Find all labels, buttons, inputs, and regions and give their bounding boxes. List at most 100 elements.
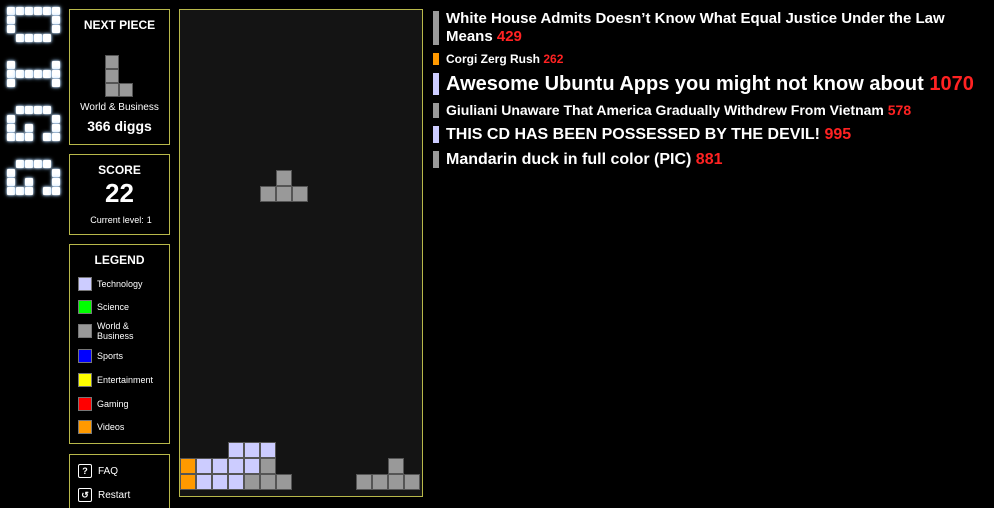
- restart-button[interactable]: ↺ Restart: [78, 488, 130, 502]
- logo-pixel: [34, 70, 42, 78]
- logo-pixel: [7, 25, 15, 33]
- logo-pixel: [16, 106, 24, 114]
- logo-pixel: [16, 34, 24, 42]
- digg-count: 881: [695, 151, 723, 168]
- stacked-block: [228, 442, 244, 458]
- logo-pixel: [25, 160, 33, 168]
- legend-item-science: Science: [78, 300, 167, 314]
- category-bar: [433, 126, 439, 143]
- news-feed: White House Admits Doesn’t Know What Equ…: [433, 10, 988, 175]
- stacked-block: [244, 458, 260, 474]
- falling-piece-block: [276, 170, 292, 186]
- legend-item-entertainment: Entertainment: [78, 373, 167, 387]
- stacked-block: [228, 474, 244, 490]
- logo-pixel: [16, 7, 24, 15]
- legend-swatch: [78, 420, 92, 434]
- digg-count: 995: [824, 126, 852, 143]
- logo-pixel: [34, 160, 42, 168]
- news-title-link[interactable]: Awesome Ubuntu Apps you might not know a…: [446, 73, 929, 95]
- news-item[interactable]: Mandarin duck in full color (PIC) 881: [433, 150, 988, 169]
- logo-pixel: [7, 70, 15, 78]
- level-label: Current level:: [90, 215, 144, 225]
- news-title-link[interactable]: Giuliani Unaware That America Gradually …: [446, 102, 888, 118]
- digg-count: 429: [496, 28, 522, 45]
- legend-label: Sports: [97, 351, 124, 361]
- logo-pixel: [25, 7, 33, 15]
- news-title-link[interactable]: Corgi Zerg Rush: [446, 52, 543, 66]
- next-piece-block: [105, 83, 119, 97]
- stacked-block: [196, 458, 212, 474]
- logo-pixel: [25, 124, 33, 132]
- falling-piece-block: [276, 186, 292, 202]
- game-board[interactable]: [179, 9, 423, 497]
- legend-item-videos: Videos: [78, 420, 167, 434]
- legend-label: Science: [97, 302, 130, 312]
- logo-pixel: [43, 70, 51, 78]
- logo-pixel: [43, 160, 51, 168]
- stacked-block: [180, 474, 196, 490]
- category-bar: [433, 151, 439, 168]
- logo-pixel: [7, 133, 15, 141]
- digg-logo[interactable]: [5, 5, 63, 290]
- logo-pixel: [52, 115, 60, 123]
- logo-pixel: [52, 25, 60, 33]
- news-item[interactable]: Corgi Zerg Rush 262: [433, 52, 988, 66]
- news-title-link[interactable]: Mandarin duck in full color (PIC): [446, 151, 696, 168]
- score-title: SCORE: [98, 163, 141, 177]
- news-item[interactable]: THIS CD HAS BEEN POSSESSED BY THE DEVIL!…: [433, 125, 988, 144]
- stacked-block: [244, 474, 260, 490]
- news-item[interactable]: White House Admits Doesn’t Know What Equ…: [433, 10, 988, 46]
- stacked-block: [212, 458, 228, 474]
- next-piece-title: NEXT PIECE: [83, 18, 156, 32]
- restart-icon: ↺: [78, 488, 92, 502]
- logo-pixel: [16, 187, 24, 195]
- next-piece-category: World & Business: [80, 102, 159, 113]
- logo-pixel: [25, 106, 33, 114]
- legend-swatch: [78, 349, 92, 363]
- logo-pixel: [7, 7, 15, 15]
- logo-pixel: [43, 106, 51, 114]
- logo-pixel: [25, 187, 33, 195]
- logo-pixel: [52, 133, 60, 141]
- category-bar: [433, 73, 439, 95]
- digg-count: 262: [543, 52, 564, 66]
- question-icon: ?: [78, 464, 92, 478]
- falling-piece-block: [260, 186, 276, 202]
- stacked-block: [276, 474, 292, 490]
- current-level: Current level: 1: [70, 215, 169, 225]
- legend-label: World & Business: [97, 321, 134, 341]
- logo-pixel: [16, 133, 24, 141]
- next-piece-block: [105, 69, 119, 83]
- logo-pixel: [7, 169, 15, 177]
- logo-pixel: [7, 115, 15, 123]
- help-panel: ? FAQ ↺ Restart: [69, 454, 170, 508]
- legend-swatch: [78, 300, 92, 314]
- logo-pixel: [34, 34, 42, 42]
- news-item[interactable]: Awesome Ubuntu Apps you might not know a…: [433, 72, 988, 96]
- digg-count: 578: [887, 102, 912, 118]
- falling-piece-block: [292, 186, 308, 202]
- legend-title: LEGEND: [94, 253, 145, 267]
- legend-label: Entertainment: [97, 375, 154, 385]
- legend-item-gaming: Gaming: [78, 397, 167, 411]
- stacked-block: [228, 458, 244, 474]
- logo-pixel: [52, 178, 60, 186]
- level-value: 1: [146, 215, 152, 225]
- logo-pixel: [7, 124, 15, 132]
- logo-pixel: [52, 187, 60, 195]
- news-item[interactable]: Giuliani Unaware That America Gradually …: [433, 102, 988, 119]
- stacked-block: [180, 458, 196, 474]
- news-title-link[interactable]: THIS CD HAS BEEN POSSESSED BY THE DEVIL!: [446, 126, 824, 143]
- faq-link[interactable]: ? FAQ: [78, 464, 118, 478]
- stacked-block: [388, 474, 404, 490]
- next-piece-panel: NEXT PIECE World & Business 366 diggs: [69, 9, 170, 145]
- legend-label: Gaming: [97, 399, 129, 409]
- faq-label: FAQ: [98, 465, 119, 477]
- logo-pixel: [25, 70, 33, 78]
- stacked-block: [356, 474, 372, 490]
- logo-pixel: [52, 169, 60, 177]
- logo-pixel: [25, 133, 33, 141]
- logo-pixel: [7, 61, 15, 69]
- legend-label: Videos: [97, 422, 125, 432]
- logo-pixel: [7, 178, 15, 186]
